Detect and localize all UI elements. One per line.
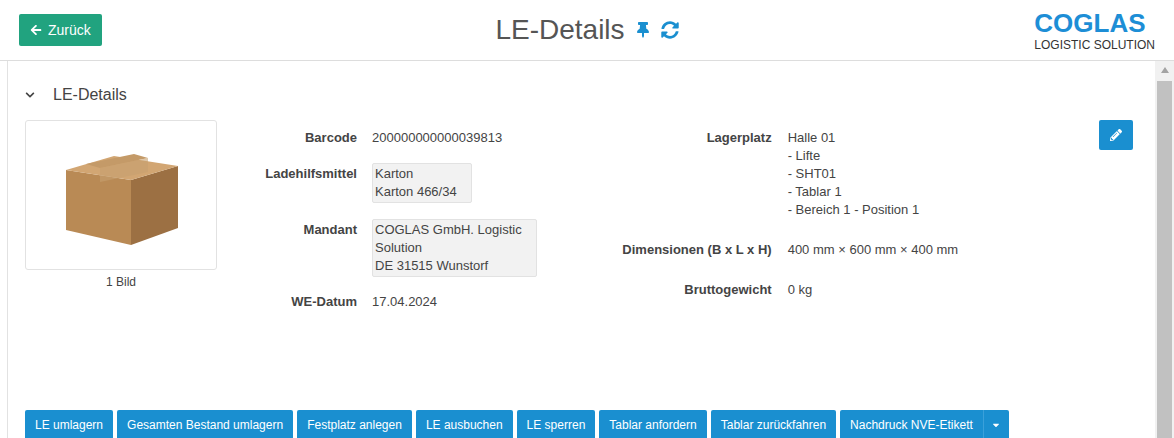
scrollbar[interactable]	[1155, 61, 1174, 438]
back-button[interactable]: Zurück	[19, 14, 102, 46]
action-button[interactable]: LE ausbuchen	[416, 410, 513, 438]
field-label: Bruttogewicht	[572, 281, 772, 299]
refresh-icon[interactable]	[661, 21, 679, 39]
action-button[interactable]: Tablar anfordern	[599, 410, 706, 438]
arrow-left-icon	[30, 24, 42, 36]
field-label: Barcode	[231, 129, 357, 147]
left-fields: Barcode200000000000039813Ladehilfsmittel…	[231, 129, 537, 311]
action-bar: LE umlagernGesamten Bestand umlagernFest…	[25, 410, 1152, 438]
field-value: KartonKarton 466/34	[372, 163, 472, 203]
scroll-up-icon[interactable]	[1161, 67, 1169, 73]
action-button[interactable]: Festplatz anlegen	[297, 410, 412, 438]
app: Zurück LE-Details COGLASLOGISTIC SOLUTION L…	[0, 0, 1174, 438]
section-header[interactable]: LE-Details	[25, 85, 1152, 105]
field-value: Halle 01- Lifte- SHT01- Tablar 1- Bereic…	[788, 129, 1028, 219]
action-button[interactable]: LE sperren	[517, 410, 596, 438]
scrollbar-thumb[interactable]	[1157, 81, 1172, 438]
chevron-down-icon[interactable]	[25, 90, 35, 100]
pin-icon[interactable]	[635, 22, 651, 38]
page-title: LE-Details	[495, 9, 624, 51]
field-value: 400 mm × 600 mm × 400 mm	[788, 241, 1028, 259]
field-value: 0 kg	[788, 281, 1028, 299]
field-label: WE-Datum	[231, 293, 357, 311]
dropdown-toggle[interactable]	[983, 410, 1009, 438]
caret-down-icon	[991, 420, 1001, 430]
field-value: 17.04.2024	[358, 293, 537, 311]
field-value: COGLAS GmbH. LogisticSolutionDE 31515 Wu…	[372, 219, 537, 277]
right-fields: LagerplatzHalle 01- Lifte- SHT01- Tablar…	[572, 129, 1028, 311]
action-button[interactable]: Nachdruck NVE-Etikett	[840, 410, 983, 438]
action-button[interactable]: Gesamten Bestand umlagern	[117, 410, 293, 438]
edit-button[interactable]	[1099, 120, 1133, 150]
action-button[interactable]: LE umlagern	[25, 410, 113, 438]
field-label: Mandant	[231, 219, 357, 277]
image-box[interactable]	[25, 120, 217, 270]
pencil-icon	[1110, 129, 1122, 141]
logo: COGLASLOGISTIC SOLUTION	[1034, 10, 1155, 51]
field-value: 200000000000039813	[358, 129, 537, 147]
box-picture	[56, 140, 186, 250]
header: Zurück LE-Details COGLASLOGISTIC SOLUTION	[0, 0, 1174, 61]
details-panel: LE-Details 1 Bild Barcode20000000000003981…	[7, 61, 1152, 438]
field-label: Dimensionen (B x L x H)	[572, 241, 772, 259]
image-caption: 1 Bild	[106, 273, 136, 291]
field-label: Lagerplatz	[572, 129, 772, 219]
field-label: Ladehilfsmittel	[231, 163, 357, 203]
action-button[interactable]: Tablar zurückfahren	[711, 410, 836, 438]
